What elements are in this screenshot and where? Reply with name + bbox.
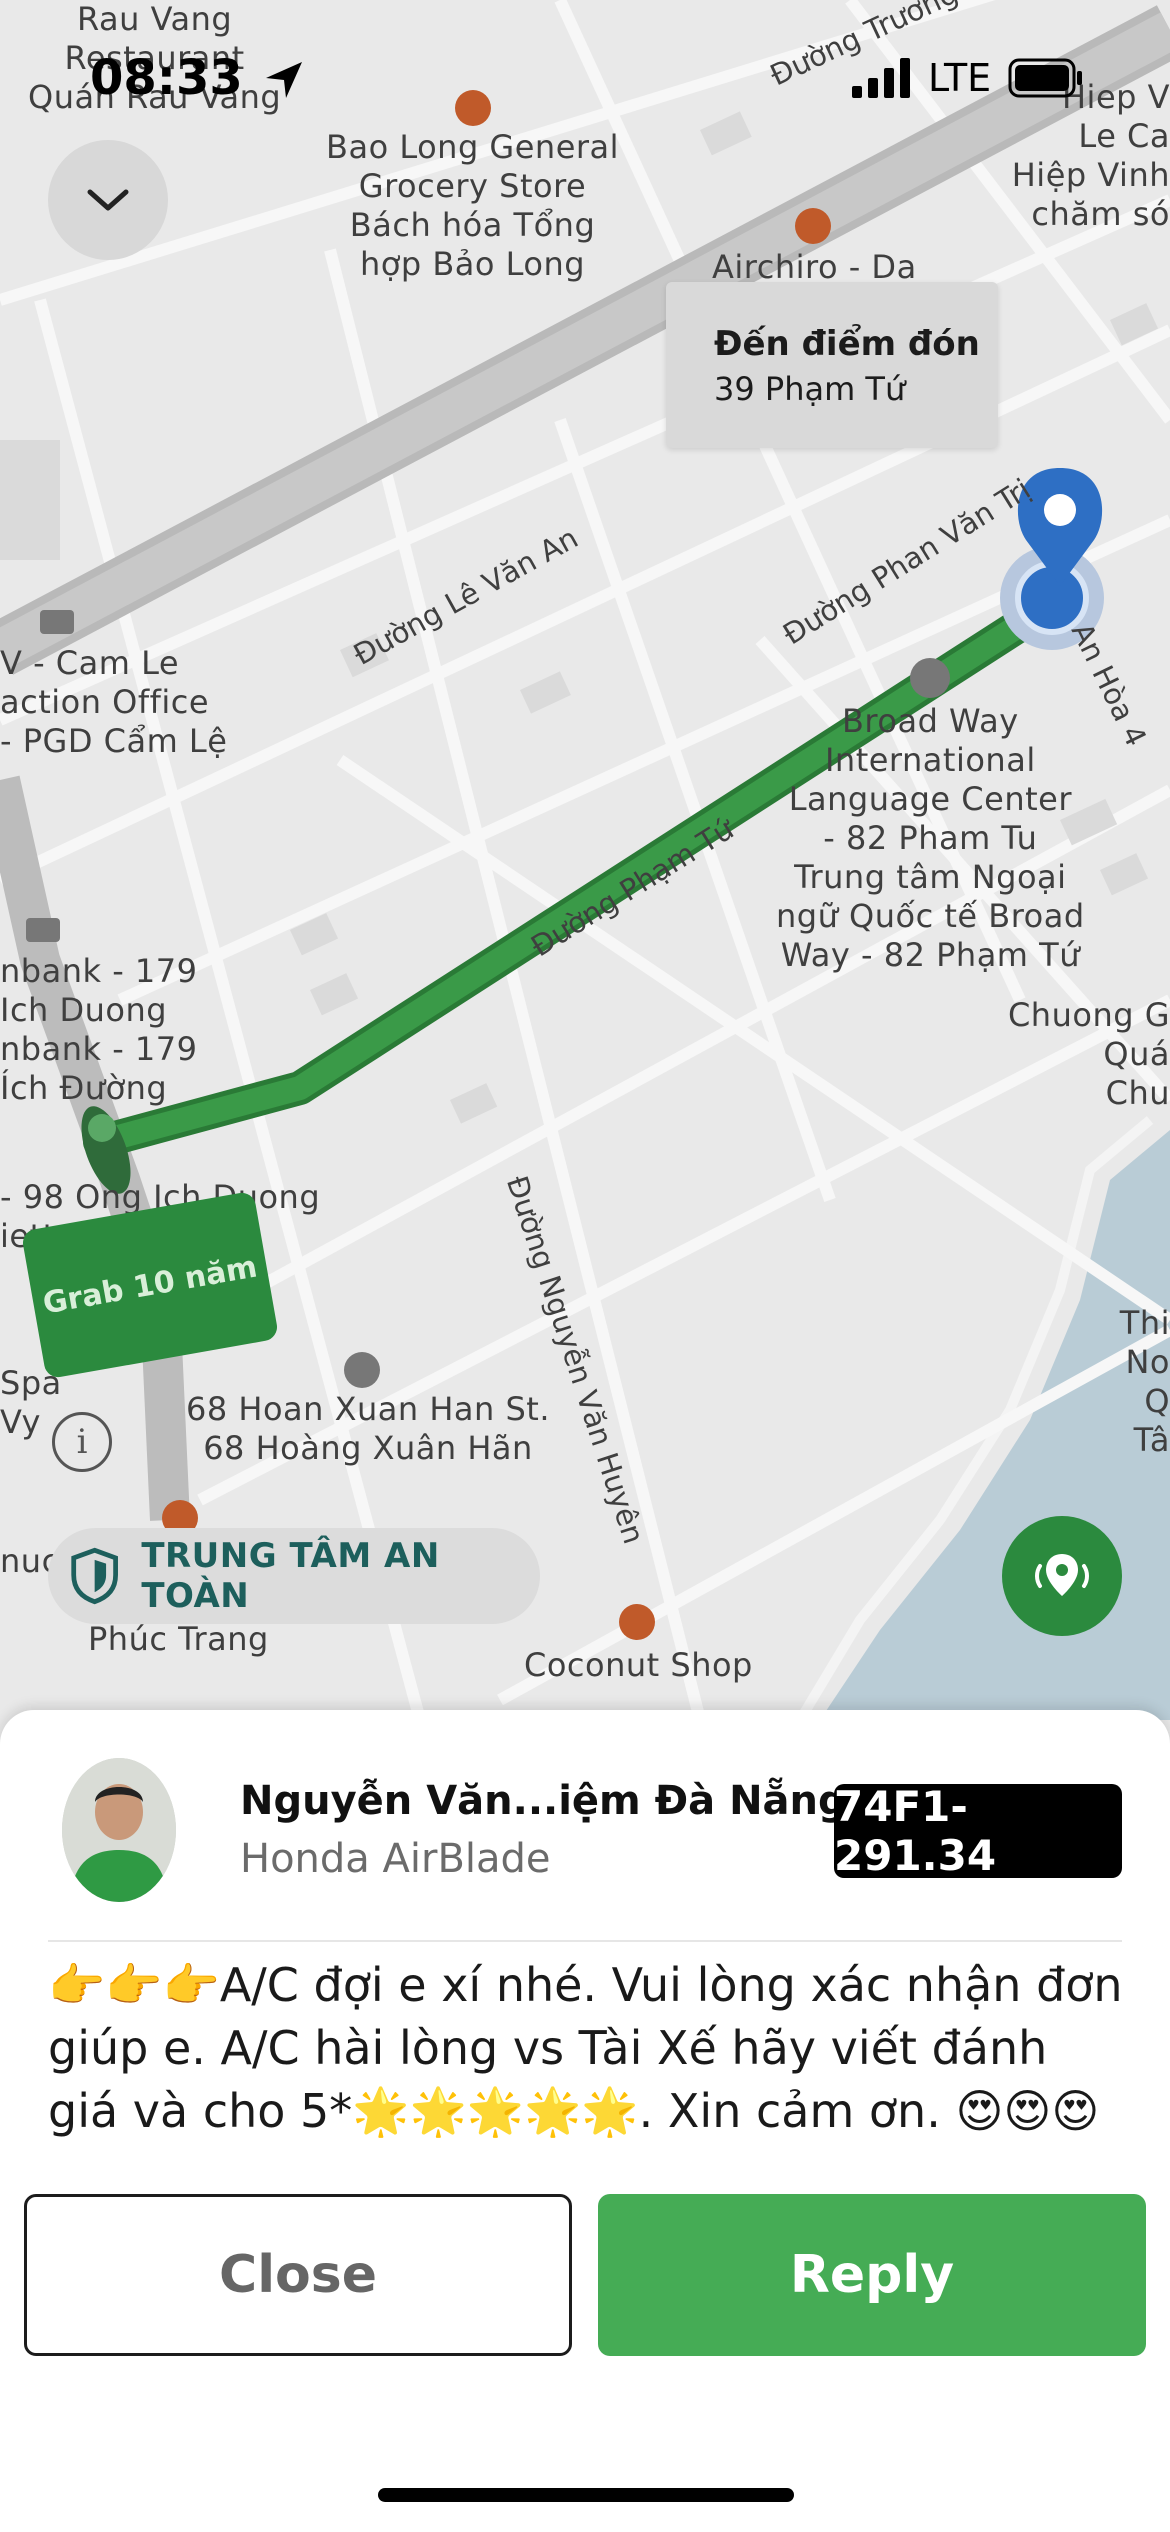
driver-message: 👉👉👉A/C đợi e xí nhé. Vui lòng xác nhận đ…	[48, 1958, 1123, 2138]
driver-name: Nguyễn Văn...iệm Đà Nẵng	[240, 1778, 847, 1824]
place-label: Coconut Shop	[524, 1646, 753, 1684]
pickup-callout[interactable]: Đến điểm đón 39 Phạm Tứ	[666, 282, 998, 448]
status-time: 08:33	[90, 50, 243, 106]
reply-button[interactable]: Reply	[598, 2194, 1146, 2356]
location-button[interactable]	[1002, 1516, 1122, 1636]
place-label: Chuong G Quá Chu	[1007, 996, 1170, 1112]
badge-text: Grab 10 năm	[40, 1248, 260, 1322]
pickup-address: 39 Phạm Tứ	[714, 370, 906, 408]
driver-avatar	[62, 1758, 176, 1902]
pickup-title: Đến điểm đón	[714, 324, 980, 364]
license-plate: 74F1-291.34	[834, 1782, 1122, 1880]
place-label: Phúc Trang	[88, 1620, 269, 1658]
close-button[interactable]: Close	[24, 2194, 572, 2356]
safety-center-label: TRUNG TÂM AN TOÀN	[141, 1536, 440, 1616]
divider	[48, 1940, 1122, 1942]
driver-vehicle: Honda AirBlade	[240, 1836, 551, 1882]
network-type: LTE	[928, 56, 992, 100]
safety-center-button[interactable]: TRUNG TÂM AN TOÀN	[48, 1528, 540, 1624]
battery-icon	[1008, 58, 1082, 98]
place-label: V - Cam Le action Office - PGD Cẩm Lệ	[0, 644, 228, 760]
place-label: Broad Way International Language Center …	[776, 702, 1085, 974]
map-view[interactable]: Đường Trương Đường Lê Văn An Đường Phan …	[0, 0, 1170, 1723]
place-label: Bao Long General Grocery Store Bách hóa …	[326, 128, 620, 283]
chevron-down-icon	[87, 189, 129, 211]
location-arrow-icon	[266, 62, 302, 98]
place-label: Hiep V Le Ca Hiệp Vinh chăm só	[1011, 78, 1170, 233]
signal-icon	[852, 58, 910, 98]
shield-icon	[71, 1547, 118, 1605]
place-label: nbank - 179 Ich Duong nbank - 179 Ích Đư…	[0, 952, 198, 1107]
location-pin-icon	[1035, 1554, 1089, 1596]
place-label: 68 Hoan Xuan Han St. 68 Hoàng Xuân Hãn	[186, 1390, 551, 1467]
driver-photo	[62, 1758, 176, 1902]
place-label: Thi No Q Tâ	[1119, 1304, 1170, 1459]
collapse-button[interactable]	[48, 140, 168, 260]
info-icon[interactable]: i	[52, 1412, 112, 1472]
home-indicator[interactable]	[378, 2488, 794, 2502]
